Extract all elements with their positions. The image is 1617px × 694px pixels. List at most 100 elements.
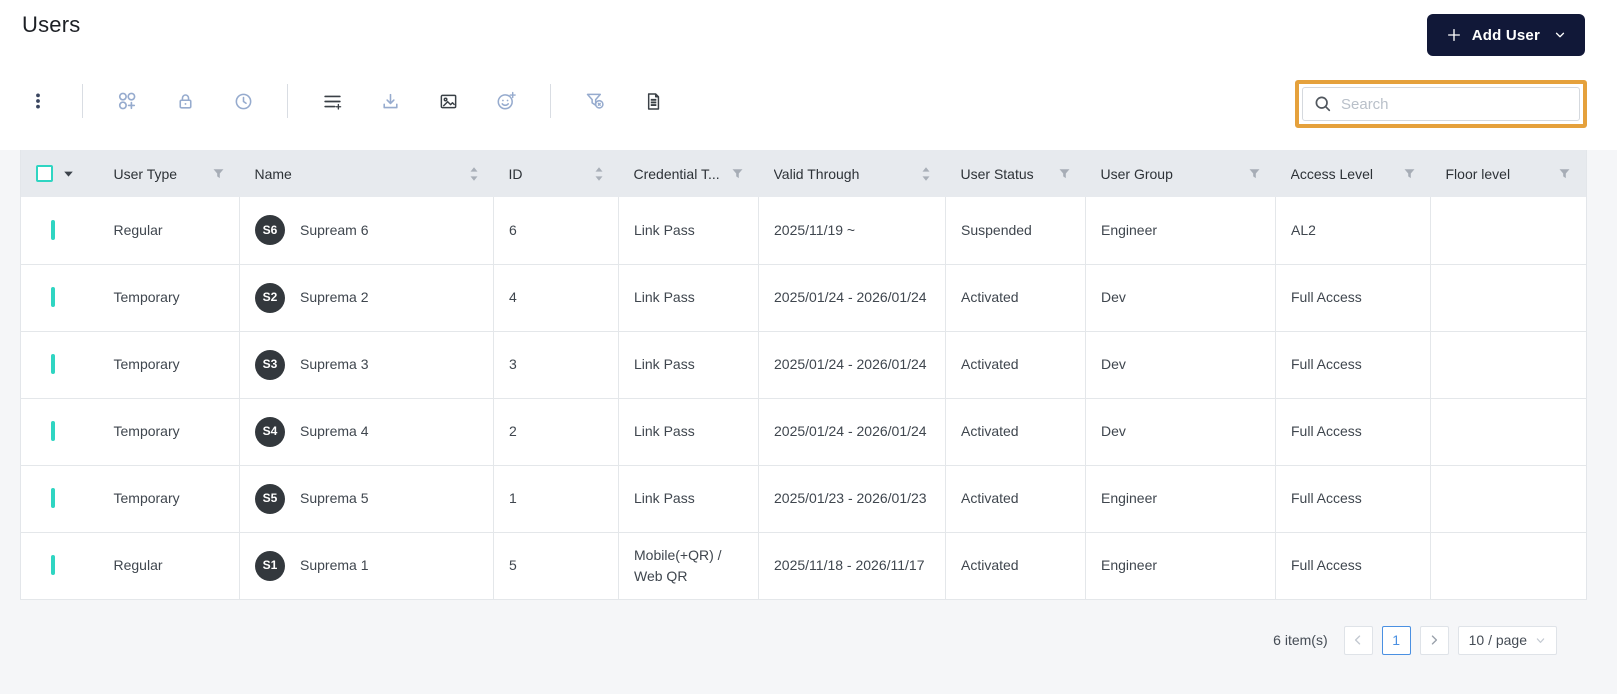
filter-icon[interactable] (1558, 168, 1571, 180)
previous-page-button[interactable] (1344, 626, 1373, 655)
user-group-add-button[interactable] (107, 81, 147, 121)
toolbar (18, 81, 691, 121)
user-row[interactable]: TemporaryS5Suprema 51Link Pass2025/01/23… (21, 465, 1587, 532)
user-name: Suprema 2 (300, 287, 368, 307)
select-all-checkbox[interactable] (36, 165, 53, 182)
column-label: Credential T... (634, 166, 720, 182)
user-row[interactable]: RegularS6Supream 66Link Pass2025/11/19 ~… (21, 197, 1587, 264)
face-add-button[interactable] (486, 81, 526, 121)
page-size-select[interactable]: 10 / page (1458, 626, 1557, 655)
cell-floor_level (1431, 532, 1587, 599)
row-checkbox[interactable] (51, 488, 55, 508)
download-icon (380, 91, 401, 112)
cell-access_level: Full Access (1276, 331, 1431, 398)
cell-valid_through: 2025/01/24 - 2026/01/24 (759, 398, 946, 465)
toolbar-divider (550, 84, 551, 118)
cell-user_type: Temporary (99, 465, 240, 532)
filter-clear-button[interactable] (575, 81, 615, 121)
user-group-add-icon (116, 90, 138, 112)
cell-user_status: Activated (946, 398, 1086, 465)
items-count: 6 item(s) (1273, 632, 1327, 648)
column-label: ID (509, 166, 523, 182)
sort-icon[interactable] (921, 166, 931, 182)
sort-icon[interactable] (469, 166, 479, 182)
document-report-icon (643, 91, 664, 112)
document-report-button[interactable] (633, 81, 673, 121)
add-user-button[interactable]: Add User (1427, 14, 1585, 56)
cell-valid_through: 2025/11/19 ~ (759, 197, 946, 264)
user-row[interactable]: TemporaryS4Suprema 42Link Pass2025/01/24… (21, 398, 1587, 465)
user-avatar: S2 (255, 283, 285, 313)
column-settings-icon (322, 91, 343, 112)
cell-credential: Link Pass (619, 465, 759, 532)
column-header-access_level[interactable]: Access Level (1276, 150, 1431, 197)
row-checkbox[interactable] (51, 421, 55, 441)
kebab-menu-button[interactable] (18, 81, 58, 121)
kebab-menu-icon (28, 91, 48, 111)
cell-user_type: Temporary (99, 331, 240, 398)
page-title: Users (22, 12, 80, 38)
cell-name: S6Supream 6 (240, 197, 494, 264)
column-header-user_group[interactable]: User Group (1086, 150, 1276, 197)
user-row[interactable]: TemporaryS2Suprema 24Link Pass2025/01/24… (21, 264, 1587, 331)
column-header-user_status[interactable]: User Status (946, 150, 1086, 197)
chevron-down-icon (1535, 635, 1546, 646)
row-checkbox[interactable] (51, 220, 55, 240)
column-header-user_type[interactable]: User Type (99, 150, 240, 197)
lock-icon (175, 91, 196, 112)
image-button[interactable] (428, 81, 468, 121)
cell-floor_level (1431, 398, 1587, 465)
cell-floor_level (1431, 465, 1587, 532)
column-settings-button[interactable] (312, 81, 352, 121)
cell-user_group: Dev (1086, 331, 1276, 398)
filter-icon[interactable] (1248, 168, 1261, 180)
image-icon (438, 91, 459, 112)
top-bar: Users Add User (0, 0, 1617, 150)
user-name: Suprema 3 (300, 354, 368, 374)
row-select-cell (21, 197, 99, 264)
cell-user_group: Dev (1086, 398, 1276, 465)
cell-user_group: Engineer (1086, 465, 1276, 532)
filter-icon[interactable] (731, 168, 744, 180)
cell-user_type: Regular (99, 532, 240, 599)
user-avatar: S4 (255, 417, 285, 447)
time-period-icon (233, 91, 254, 112)
page-size-value: 10 / page (1469, 632, 1527, 648)
column-header-valid_through[interactable]: Valid Through (759, 150, 946, 197)
cell-credential: Mobile(+QR) / Web QR (619, 532, 759, 599)
page-number-button[interactable]: 1 (1382, 626, 1411, 655)
cell-name: S2 Suprema 2 (240, 264, 494, 331)
row-checkbox[interactable] (51, 354, 55, 374)
user-row[interactable]: TemporaryS3Suprema 33Link Pass2025/01/24… (21, 331, 1587, 398)
cell-credential: Link Pass (619, 331, 759, 398)
next-page-button[interactable] (1420, 626, 1449, 655)
lock-button[interactable] (165, 81, 205, 121)
select-all-caret-icon[interactable] (63, 170, 74, 178)
column-header-floor_level[interactable]: Floor level (1431, 150, 1587, 197)
cell-name: S5Suprema 5 (240, 465, 494, 532)
cell-access_level: Full Access (1276, 398, 1431, 465)
cell-floor_level (1431, 331, 1587, 398)
column-header-name[interactable]: Name (240, 150, 494, 197)
search-input[interactable] (1302, 87, 1580, 121)
column-header-credential[interactable]: Credential T... (619, 150, 759, 197)
cell-user_type: Regular (99, 197, 240, 264)
face-add-icon (495, 90, 517, 112)
cell-user_type: Temporary (99, 264, 240, 331)
row-checkbox[interactable] (51, 287, 55, 307)
sort-icon[interactable] (594, 166, 604, 182)
column-label: User Group (1101, 166, 1173, 182)
column-header-id[interactable]: ID (494, 150, 619, 197)
user-row[interactable]: RegularS1Suprema 15Mobile(+QR) / Web QR2… (21, 532, 1587, 599)
filter-icon[interactable] (212, 168, 225, 180)
download-button[interactable] (370, 81, 410, 121)
filter-icon[interactable] (1403, 168, 1416, 180)
cell-id: 6 (494, 197, 619, 264)
time-period-button[interactable] (223, 81, 263, 121)
filter-icon[interactable] (1058, 168, 1071, 180)
cell-id: 5 (494, 532, 619, 599)
row-checkbox[interactable] (51, 555, 55, 575)
row-select-cell (21, 465, 99, 532)
user-avatar: S6 (255, 215, 285, 245)
column-label: Access Level (1291, 166, 1373, 182)
